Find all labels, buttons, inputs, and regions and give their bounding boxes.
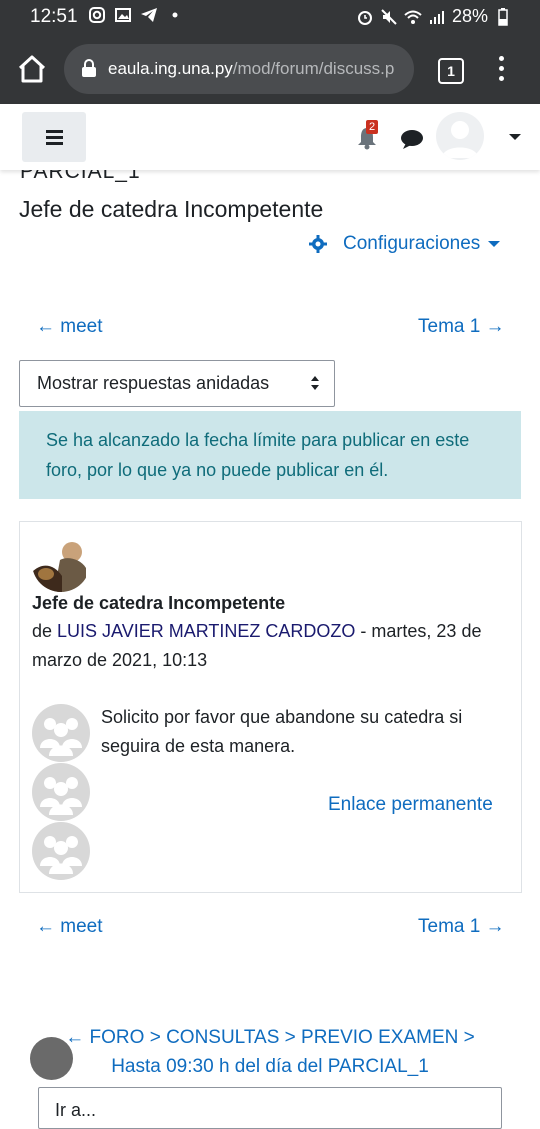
activity-nav-line-2: Hasta 09:30 h del día del PARCIAL_1 [111, 1056, 429, 1077]
battery-percent: 28% [451, 6, 488, 26]
post-subject: Jefe de catedra Incompetente [32, 593, 286, 613]
caret-down-icon [488, 241, 501, 247]
mute-icon [381, 8, 397, 25]
instagram-icon [89, 7, 105, 23]
user-menu-caret-icon[interactable] [509, 134, 521, 140]
settings-label: Configuraciones [343, 233, 481, 254]
hamburger-menu-button[interactable] [22, 112, 86, 162]
author-avatar[interactable] [32, 534, 90, 592]
tab-switcher-button[interactable]: 1 [438, 58, 464, 84]
group-icon [32, 763, 90, 821]
group-icon [32, 704, 90, 762]
notification-count-badge: 2 [366, 120, 379, 134]
status-bar: 12:51 28% [0, 0, 540, 34]
alert-text: Se ha alcanzado la fecha límite para pub… [46, 430, 470, 480]
activity-nav-line-1: ← FORO > CONSULTAS > PREVIO EXAMEN > [65, 1027, 475, 1048]
dot-icon [172, 12, 178, 18]
wifi-icon [404, 10, 422, 24]
chat-bubble-icon[interactable] [400, 128, 424, 150]
site-navbar: 2 [0, 104, 540, 170]
home-icon[interactable] [16, 54, 48, 84]
settings-menu-button[interactable]: Configuraciones [309, 233, 501, 255]
byline-prefix: de [32, 621, 58, 641]
activity-nav-link[interactable]: ← FORO > CONSULTAS > PREVIO EXAMEN > Has… [0, 1023, 540, 1081]
discussion-title: Jefe de catedra Incompetente [19, 196, 324, 222]
display-mode-select[interactable]: Mostrar respuestas anidadas [19, 360, 335, 407]
jump-to-select[interactable]: Ir a... [38, 1087, 502, 1129]
telegram-icon [141, 8, 157, 22]
alarm-icon [357, 10, 372, 25]
url-domain: eaula.ing.una.py [108, 59, 233, 78]
floating-action-button[interactable] [30, 1037, 73, 1080]
battery-icon [498, 7, 508, 26]
display-mode-value: Mostrar respuestas anidadas [37, 373, 270, 393]
forum-post: Jefe de catedra Incompetente de LUIS JAV… [19, 521, 522, 893]
gear-icon [309, 235, 327, 253]
browser-toolbar: eaula.ing.una.py/mod/forum/discuss.p 1 [0, 34, 540, 104]
user-avatar[interactable] [436, 112, 484, 160]
post-byline: de LUIS JAVIER MARTINEZ CARDOZO - martes… [32, 617, 502, 675]
address-bar[interactable]: eaula.ing.una.py/mod/forum/discuss.p [64, 44, 414, 94]
next-discussion-link[interactable]: Tema 1 → [418, 316, 505, 338]
deadline-alert: Se ha alcanzado la fecha límite para pub… [19, 411, 521, 499]
url-path: /mod/forum/discuss.p [232, 59, 395, 78]
author-link[interactable]: LUIS JAVIER MARTINEZ CARDOZO [57, 621, 355, 641]
footer-prev-discussion-link[interactable]: ← meet [36, 916, 103, 938]
browser-menu-icon[interactable] [496, 56, 506, 82]
signal-icon [429, 10, 444, 24]
group-icon [32, 822, 90, 880]
lock-icon [82, 59, 96, 77]
permalink-link[interactable]: Enlace permanente [328, 794, 493, 816]
prev-discussion-link[interactable]: ← meet [36, 316, 103, 338]
clock: 12:51 [30, 6, 78, 27]
jump-to-value: Ir a... [55, 1100, 97, 1120]
post-message: Solicito por favor que abandone su cated… [101, 707, 463, 756]
select-arrows-icon [311, 376, 319, 390]
url-text: eaula.ing.una.py/mod/forum/discuss.p [108, 59, 408, 79]
gallery-icon [115, 8, 131, 22]
footer-next-discussion-link[interactable]: Tema 1 → [418, 916, 505, 938]
